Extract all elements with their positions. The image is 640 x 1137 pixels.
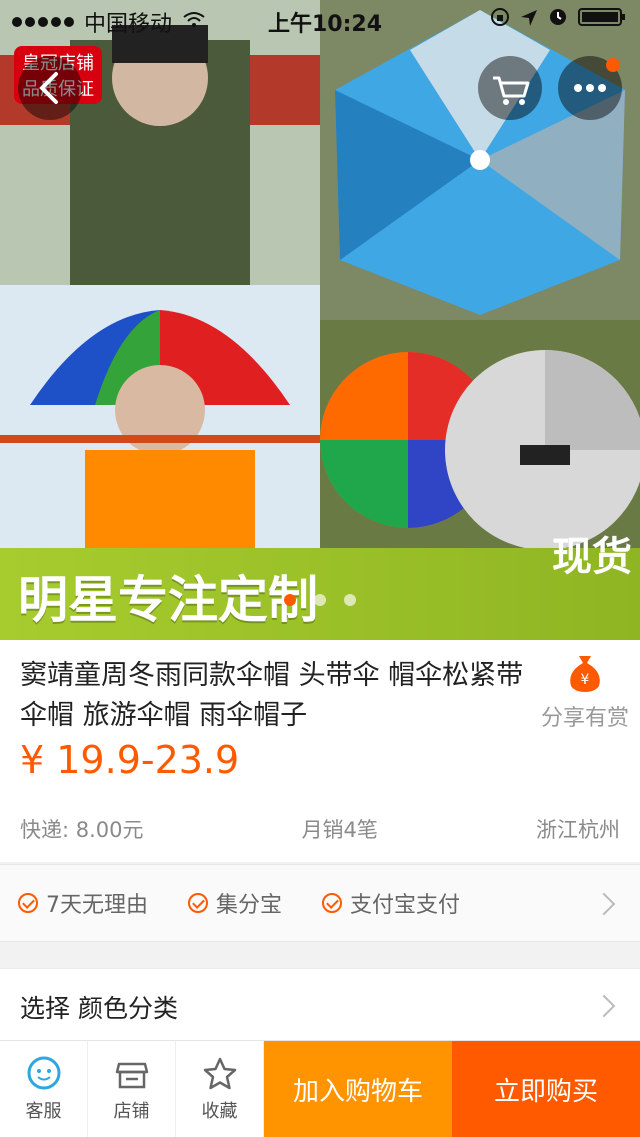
service-guarantees-row[interactable]: 7天无理由 集分宝 支付宝支付 [0,864,640,942]
guarantee-item: 集分宝 [188,887,282,919]
select-variant-label: 选择 颜色分类 [20,994,178,1023]
carousel-pager [0,594,640,606]
carousel-photo-2 [320,0,640,320]
in-stock-tag: 现货 [552,534,632,580]
monthly-sales: 月销4笔 [301,818,378,842]
back-button[interactable] [18,56,82,120]
buy-now-button[interactable]: 立即购买 [452,1041,640,1137]
guarantee-item: 支付宝支付 [322,887,460,919]
guarantee-label: 支付宝支付 [350,893,461,918]
chevron-right-icon [592,994,616,1018]
ship-from-location: 浙江杭州 [535,818,620,842]
shopping-cart-icon [493,76,530,105]
select-variant-row[interactable]: 选择 颜色分类 [0,968,640,1041]
check-circle-icon [188,893,208,913]
signal-icon [12,17,74,27]
product-info: 窦靖童周冬雨同款伞帽 头带伞 帽伞松紧带伞帽 旅游伞帽 雨伞帽子 ¥ 分享有赏 … [0,640,640,862]
store-label: 店铺 [113,1101,150,1122]
star-icon [201,1055,239,1093]
store-button[interactable]: 店铺 [88,1041,176,1137]
product-meta: 快递: 8.00元 月销4笔 浙江杭州 [20,814,620,844]
check-circle-icon [322,893,343,913]
favorite-label: 收藏 [201,1101,238,1122]
lock-rotation-icon [490,7,510,33]
carousel-photo-1 [0,0,320,285]
shipping-fee: 快递: 8.00元 [20,818,144,842]
share-reward-button[interactable]: ¥ 分享有赏 [530,650,640,732]
cart-button[interactable] [478,56,542,120]
wifi-icon [182,10,206,35]
customer-service-label: 客服 [25,1101,62,1122]
price: ¥ 19.9-23.9 [20,738,240,782]
store-icon [113,1055,151,1093]
pager-dot [314,594,326,606]
product-image-carousel[interactable]: 明星专注定制 现货 中国移动 上午10:24 皇冠店铺 品质保证 [0,0,640,640]
pager-dot [344,594,356,606]
carrier-name: 中国移动 [84,12,173,37]
money-bag-icon: ¥ [570,656,600,692]
chevron-right-icon [592,892,616,916]
notification-dot [606,58,620,72]
alarm-icon [548,7,568,33]
chevron-left-icon [39,72,58,104]
guarantee-label: 集分宝 [216,893,283,918]
pager-dot [284,594,296,606]
add-to-cart-button[interactable]: 加入购物车 [264,1041,452,1137]
svg-text:¥: ¥ [581,672,590,688]
product-title: 窦靖童周冬雨同款伞帽 头带伞 帽伞松紧带伞帽 旅游伞帽 雨伞帽子 [20,660,524,731]
location-arrow-icon [520,8,538,33]
status-bar: 中国移动 上午10:24 [0,0,640,40]
check-circle-icon [18,893,38,913]
chat-bubble-icon [25,1055,63,1093]
battery-icon [578,7,626,33]
clock: 上午10:24 [268,12,383,37]
guarantee-item: 7天无理由 [18,887,148,919]
guarantee-label: 7天无理由 [46,893,148,918]
customer-service-button[interactable]: 客服 [0,1041,88,1137]
favorite-button[interactable]: 收藏 [176,1041,264,1137]
share-reward-label: 分享有赏 [540,706,629,731]
bottom-action-bar: 客服 店铺 收藏 加入购物车 立即购买 [0,1040,640,1137]
